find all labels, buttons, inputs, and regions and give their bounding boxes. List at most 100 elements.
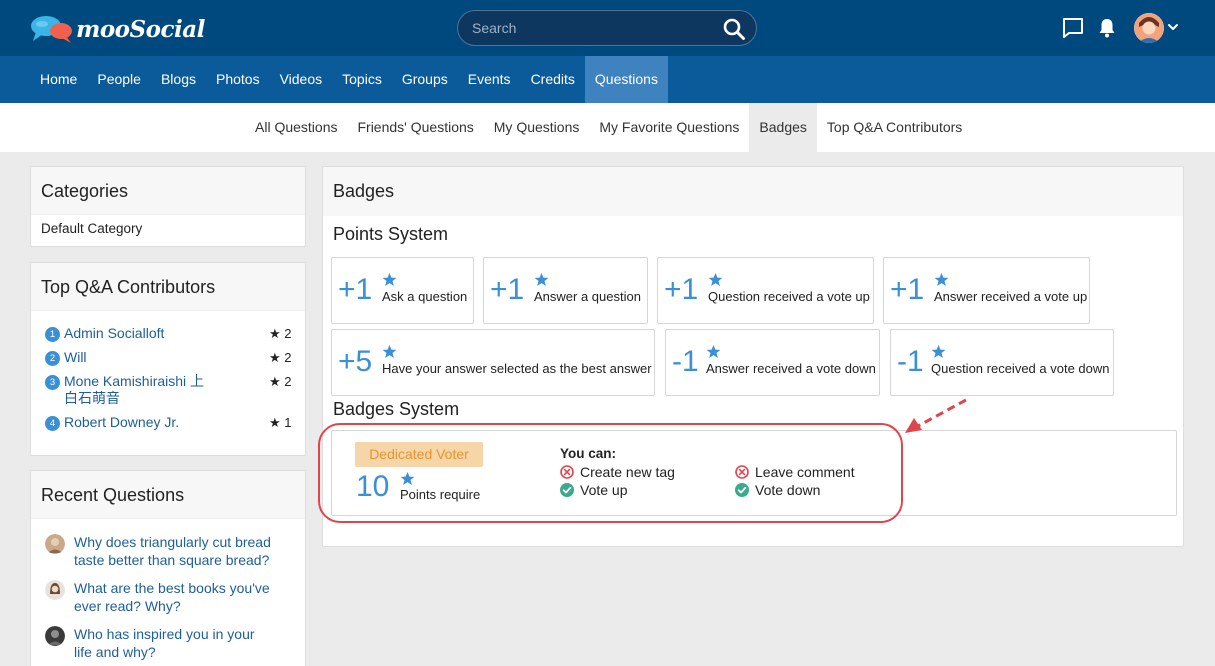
badge-points-value: 10: [356, 470, 390, 503]
nav-credits[interactable]: Credits: [521, 56, 585, 103]
nav-questions[interactable]: Questions: [584, 56, 668, 103]
author-avatar[interactable]: [45, 580, 65, 600]
recent-question-link[interactable]: Who has inspired you in your life and wh…: [74, 625, 274, 661]
categories-title: Categories: [31, 167, 305, 215]
point-rule-card: +1 Ask a question: [331, 257, 474, 324]
nav-groups[interactable]: Groups: [392, 56, 458, 103]
top-header: mooSocial: [0, 0, 1215, 56]
chat-bubbles-logo-icon: [30, 14, 74, 44]
permission-label: Vote up: [580, 482, 628, 498]
permission-item: Vote up: [560, 482, 628, 498]
star-icon: [382, 272, 397, 287]
notification-bell-icon[interactable]: [1095, 16, 1119, 40]
contributor-name-link[interactable]: Mone Kamishiraishi 上白石萌音: [64, 373, 214, 407]
contributor-item: 2 Will ★ 2: [45, 349, 295, 366]
subnav-all-questions[interactable]: All Questions: [245, 103, 347, 152]
user-avatar[interactable]: [1134, 13, 1164, 43]
permission-item: Vote down: [735, 482, 820, 498]
contributor-points-value: 2: [284, 326, 292, 341]
page-title: Badges: [323, 167, 1183, 216]
top-contributors-panel: Top Q&A Contributors 1 Admin Socialloft ★ …: [30, 262, 306, 456]
badge-name: Dedicated Voter: [355, 442, 483, 467]
star-icon: ★: [269, 326, 281, 341]
questions-subnav: All Questions Friends' Questions My Questi…: [0, 103, 1215, 152]
recent-questions-title: Recent Questions: [31, 471, 305, 519]
categories-panel: Categories Default Category: [30, 166, 306, 247]
contributor-points: ★ 2: [269, 373, 295, 390]
recent-question-link[interactable]: Why does triangularly cut bread taste be…: [74, 533, 274, 569]
contributor-points: ★ 1: [269, 414, 295, 431]
recent-question-link[interactable]: What are the best books you've ever read…: [74, 579, 274, 615]
subnav-badges[interactable]: Badges: [749, 103, 817, 152]
point-rule-card: +1 Question received a vote up: [657, 257, 874, 324]
permission-label: Vote down: [755, 482, 821, 498]
star-icon: [708, 272, 723, 287]
brand-name: mooSocial: [76, 15, 205, 43]
star-icon: [931, 344, 946, 359]
contributor-points-value: 1: [284, 415, 292, 430]
subnav-my-favorite-questions[interactable]: My Favorite Questions: [589, 103, 749, 152]
star-icon: [534, 272, 549, 287]
contributor-name-link[interactable]: Admin Socialloft: [64, 325, 214, 342]
messages-icon[interactable]: [1061, 16, 1085, 40]
point-rule-label: Answer received a vote up: [934, 289, 1088, 304]
permission-label: Leave comment: [755, 464, 855, 480]
point-rule-card: +1 Answer received a vote up: [883, 257, 1090, 324]
recent-questions-panel: Recent Questions Why does triangularly c…: [30, 470, 306, 666]
nav-home[interactable]: Home: [30, 56, 87, 103]
check-circle-icon: [735, 483, 755, 497]
you-can-label: You can:: [560, 446, 617, 461]
search-input[interactable]: [472, 19, 712, 37]
point-rule-card: +1 Answer a question: [483, 257, 648, 324]
nav-people[interactable]: People: [87, 56, 151, 103]
recent-question-item: Who has inspired you in your life and wh…: [45, 625, 295, 661]
nav-topics[interactable]: Topics: [332, 56, 392, 103]
recent-question-item: Why does triangularly cut bread taste be…: [45, 533, 295, 569]
points-require-label: Points require: [400, 487, 481, 502]
point-value: +5: [338, 345, 373, 378]
star-icon: ★: [269, 415, 281, 430]
category-item-default[interactable]: Default Category: [31, 215, 305, 242]
contributor-name-link[interactable]: Will: [64, 349, 214, 366]
badge-card: Dedicated Voter 10 Points require You ca…: [331, 430, 1177, 516]
denied-circle-icon: [560, 465, 580, 479]
nav-photos[interactable]: Photos: [206, 56, 270, 103]
badges-system-title: Badges System: [333, 399, 460, 419]
author-avatar[interactable]: [45, 626, 65, 646]
point-value: -1: [897, 345, 924, 378]
search-icon[interactable]: [722, 17, 746, 41]
point-value: +1: [890, 273, 925, 306]
permission-item: Create new tag: [560, 464, 675, 480]
badges-panel: Badges Points System +1 Ask a question +1 A…: [322, 166, 1184, 547]
point-rule-card: -1 Question received a vote down: [890, 329, 1114, 396]
site-logo[interactable]: mooSocial: [30, 14, 205, 44]
subnav-friends-questions[interactable]: Friends' Questions: [347, 103, 483, 152]
nav-events[interactable]: Events: [458, 56, 521, 103]
author-avatar[interactable]: [45, 534, 65, 554]
subnav-top-contributors[interactable]: Top Q&A Contributors: [817, 103, 972, 152]
point-rule-label: Have your answer selected as the best an…: [382, 361, 652, 376]
nav-blogs[interactable]: Blogs: [151, 56, 206, 103]
contributor-points: ★ 2: [269, 349, 295, 366]
point-rule-card: -1 Answer received a vote down: [665, 329, 880, 396]
contributor-points: ★ 2: [269, 325, 295, 342]
contributor-item: 1 Admin Socialloft ★ 2: [45, 325, 295, 342]
contributor-item: 4 Robert Downey Jr. ★ 1: [45, 414, 295, 431]
search-box: [457, 10, 757, 46]
rank-badge: 3: [45, 375, 60, 390]
subnav-my-questions[interactable]: My Questions: [484, 103, 590, 152]
point-rule-label: Question received a vote down: [931, 361, 1110, 376]
rank-badge: 1: [45, 327, 60, 342]
star-icon: [706, 344, 721, 359]
star-icon: [934, 272, 949, 287]
contributor-name-link[interactable]: Robert Downey Jr.: [64, 414, 214, 431]
nav-videos[interactable]: Videos: [270, 56, 333, 103]
star-icon: ★: [269, 350, 281, 365]
points-system-title: Points System: [333, 224, 449, 244]
star-icon: [382, 344, 397, 359]
check-circle-icon: [560, 483, 580, 497]
contributor-item: 3 Mone Kamishiraishi 上白石萌音 ★ 2: [45, 373, 295, 407]
point-value: +1: [338, 273, 373, 306]
chevron-down-icon[interactable]: [1167, 20, 1179, 32]
contributors-list: 1 Admin Socialloft ★ 2 2 Will ★ 2 3 Mone Kamish…: [31, 311, 305, 431]
